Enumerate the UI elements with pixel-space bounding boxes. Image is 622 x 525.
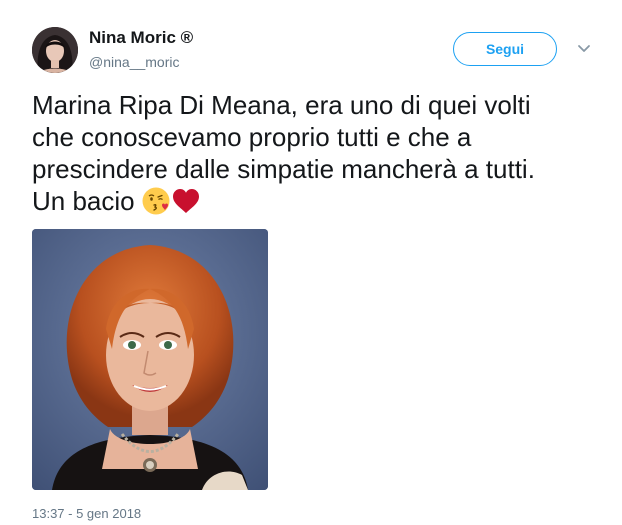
tweet-text-line: Un bacio: [32, 186, 135, 216]
chevron-down-icon[interactable]: [576, 40, 592, 56]
avatar-image: [32, 27, 78, 73]
timestamp[interactable]: 13:37 - 5 gen 2018: [32, 506, 141, 521]
tweet-text-line: Marina Ripa Di Meana, era uno di quei vo…: [32, 90, 531, 120]
face-blowing-kiss-emoji: [142, 187, 170, 215]
tweet-text-line: prescindere dalle simpatie mancherà a tu…: [32, 154, 535, 184]
tweet-card: Nina Moric ® @nina__moric Segui Marina R…: [0, 0, 622, 525]
tweet-photo[interactable]: [32, 229, 268, 490]
portrait-image: [32, 229, 268, 490]
red-heart-emoji: [172, 189, 199, 213]
avatar[interactable]: [32, 27, 78, 73]
tweet-text: Marina Ripa Di Meana, era uno di quei vo…: [32, 89, 602, 217]
username[interactable]: @nina__moric: [89, 54, 179, 70]
tweet-text-last-line: Un bacio: [32, 185, 602, 217]
display-name[interactable]: Nina Moric ®: [89, 28, 193, 48]
follow-button[interactable]: Segui: [453, 32, 557, 66]
tweet-text-line: che conoscevamo proprio tutti e che a: [32, 122, 472, 152]
